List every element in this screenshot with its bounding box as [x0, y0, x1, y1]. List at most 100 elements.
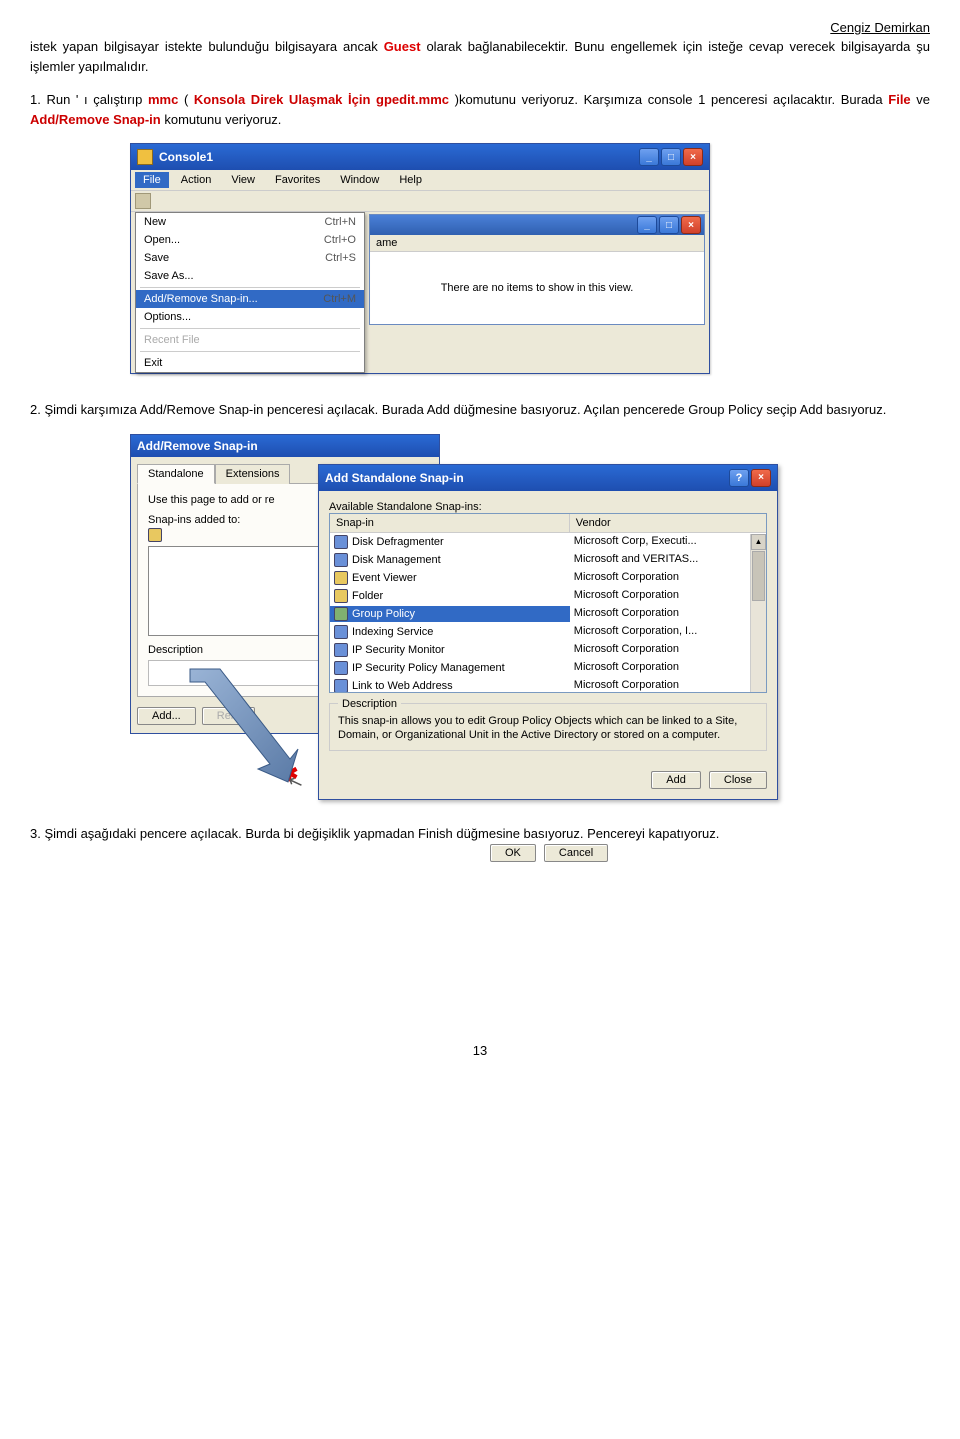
console1-title: Console1	[159, 150, 213, 164]
window-buttons: _ □ ×	[639, 148, 703, 166]
snapin-screenshot: Add/Remove Snap-in Standalone Extensions…	[130, 434, 810, 734]
tab-standalone[interactable]: Standalone	[137, 464, 215, 484]
step-3: 3. Şimdi aşağıdaki pencere açılacak. Bur…	[30, 824, 930, 844]
standalone-window: Add Standalone Snap-in ? × Available Sta…	[318, 464, 778, 801]
intro-pre: istek yapan bilgisayar istekte bulunduğu…	[30, 39, 384, 54]
file-dropdown: NewCtrl+N Open...Ctrl+O SaveCtrl+S Save …	[131, 212, 365, 373]
step1-file: File	[888, 92, 910, 107]
step1-t5: komutunu veriyoruz.	[161, 112, 282, 127]
folder-icon	[334, 589, 348, 603]
row-disk-mgmt[interactable]: Disk ManagementMicrosoft and VERITAS...	[330, 551, 766, 569]
step3-num: 3.	[30, 826, 41, 841]
menu-options[interactable]: Options...	[136, 308, 364, 326]
row-link-web[interactable]: Link to Web AddressMicrosoft Corporation	[330, 677, 766, 693]
step1-t2: (	[178, 92, 194, 107]
toolbar-icon[interactable]	[135, 193, 151, 209]
snapin-listbox[interactable]: Snap-in Vendor Disk DefragmenterMicrosof…	[329, 513, 767, 693]
empty-message: There are no items to show in this view.	[370, 252, 704, 324]
step2-text: Şimdi karşımıza Add/Remove Snap-in pence…	[41, 402, 886, 417]
standalone-titlebar: Add Standalone Snap-in ? ×	[319, 465, 777, 491]
event-viewer-icon	[334, 571, 348, 585]
ipsec-pol-icon	[334, 661, 348, 675]
inner-close[interactable]: ×	[681, 216, 701, 234]
console-root-icon	[148, 528, 162, 542]
desc-text: This snap-in allows you to edit Group Po…	[338, 714, 758, 743]
step-2: 2. Şimdi karşımıza Add/Remove Snap-in pe…	[30, 400, 930, 420]
add-button[interactable]: Add...	[137, 707, 196, 725]
step1-t4: ve	[911, 92, 930, 107]
inner-maximize[interactable]: □	[659, 216, 679, 234]
row-indexing[interactable]: Indexing ServiceMicrosoft Corporation, I…	[330, 623, 766, 641]
step1-konsola: Konsola Direk Ulaşmak İçin gpedit.mmc	[194, 92, 449, 107]
disk-defrag-icon	[334, 535, 348, 549]
help-button[interactable]: ?	[729, 469, 749, 487]
maximize-button[interactable]: □	[661, 148, 681, 166]
menu-saveas[interactable]: Save As...	[136, 267, 364, 285]
group-policy-icon	[334, 607, 348, 621]
inner-window: _ □ × ame There are no items to show in …	[369, 214, 705, 325]
step1-addremove: Add/Remove Snap-in	[30, 112, 161, 127]
minimize-button[interactable]: _	[639, 148, 659, 166]
step1-num: 1.	[30, 92, 41, 107]
intro-guest: Guest	[384, 39, 421, 54]
menu-save[interactable]: SaveCtrl+S	[136, 249, 364, 267]
snapin-rows: Disk DefragmenterMicrosoft Corp, Executi…	[330, 533, 766, 693]
remove-button: Rem	[202, 707, 255, 725]
tab-extensions[interactable]: Extensions	[215, 464, 291, 484]
step3-text: Şimdi aşağıdaki pencere açılacak. Burda …	[41, 826, 720, 841]
menu-open[interactable]: Open...Ctrl+O	[136, 231, 364, 249]
step1-mmc: mmc	[148, 92, 178, 107]
menu-exit[interactable]: Exit	[136, 354, 364, 372]
description-fieldset: Description This snap-in allows you to e…	[329, 703, 767, 752]
step-1: 1. Run ' ı çalıştırıp mmc ( Konsola Dire…	[30, 90, 930, 129]
ipsec-mon-icon	[334, 643, 348, 657]
addremove-title: Add/Remove Snap-in	[137, 439, 258, 453]
row-folder[interactable]: FolderMicrosoft Corporation	[330, 587, 766, 605]
step1-t1: Run ' ı çalıştırıp	[41, 92, 148, 107]
console1-titlebar: Console1 _ □ ×	[131, 144, 709, 170]
step2-num: 2.	[30, 402, 41, 417]
menu-recent: Recent File	[136, 331, 364, 349]
desc-legend: Description	[338, 698, 401, 710]
row-disk-defrag[interactable]: Disk DefragmenterMicrosoft Corp, Executi…	[330, 533, 766, 551]
col-snapin[interactable]: Snap-in	[330, 514, 570, 532]
disk-mgmt-icon	[334, 553, 348, 567]
row-ipsec-pol[interactable]: IP Security Policy ManagementMicrosoft C…	[330, 659, 766, 677]
page-number: 13	[30, 1043, 930, 1058]
snapin-columns: Snap-in Vendor	[330, 514, 766, 533]
link-web-icon	[334, 679, 348, 693]
addremove-titlebar: Add/Remove Snap-in	[131, 435, 439, 457]
menu-window[interactable]: Window	[332, 172, 387, 188]
standalone-close-button[interactable]: Close	[709, 771, 767, 789]
menu-new[interactable]: NewCtrl+N	[136, 213, 364, 231]
menu-help[interactable]: Help	[391, 172, 430, 188]
intro-paragraph: istek yapan bilgisayar istekte bulunduğu…	[30, 37, 930, 76]
ok-button[interactable]: OK	[490, 844, 536, 862]
cancel-button[interactable]: Cancel	[544, 844, 608, 862]
inner-minimize[interactable]: _	[637, 216, 657, 234]
scroll-up[interactable]: ▲	[751, 534, 766, 550]
standalone-buttons: Add Close	[319, 761, 777, 799]
menu-action[interactable]: Action	[173, 172, 220, 188]
menu-file[interactable]: File	[135, 172, 169, 188]
inner-col-header: ame	[370, 235, 704, 252]
author-name: Cengiz Demirkan	[30, 20, 930, 35]
menu-favorites[interactable]: Favorites	[267, 172, 328, 188]
close-button[interactable]: ×	[683, 148, 703, 166]
col-vendor[interactable]: Vendor	[570, 514, 766, 532]
console1-window: Console1 _ □ × File Action View Favorite…	[130, 143, 710, 374]
scroll-thumb[interactable]	[752, 551, 765, 601]
menu-addremove-snapin[interactable]: Add/Remove Snap-in...Ctrl+M	[136, 290, 364, 308]
menu-view[interactable]: View	[223, 172, 263, 188]
row-ipsec-mon[interactable]: IP Security MonitorMicrosoft Corporation	[330, 641, 766, 659]
scrollbar[interactable]: ▲	[750, 534, 766, 692]
console-menubar: File Action View Favorites Window Help	[131, 170, 709, 191]
standalone-close[interactable]: ×	[751, 469, 771, 487]
row-event-viewer[interactable]: Event ViewerMicrosoft Corporation	[330, 569, 766, 587]
label-available: Available Standalone Snap-ins:	[329, 501, 767, 513]
console-icon	[137, 149, 153, 165]
inner-titlebar: _ □ ×	[370, 215, 704, 235]
standalone-add-button[interactable]: Add	[651, 771, 701, 789]
standalone-title: Add Standalone Snap-in	[325, 471, 464, 485]
row-group-policy[interactable]: Group PolicyMicrosoft Corporation	[330, 605, 766, 623]
